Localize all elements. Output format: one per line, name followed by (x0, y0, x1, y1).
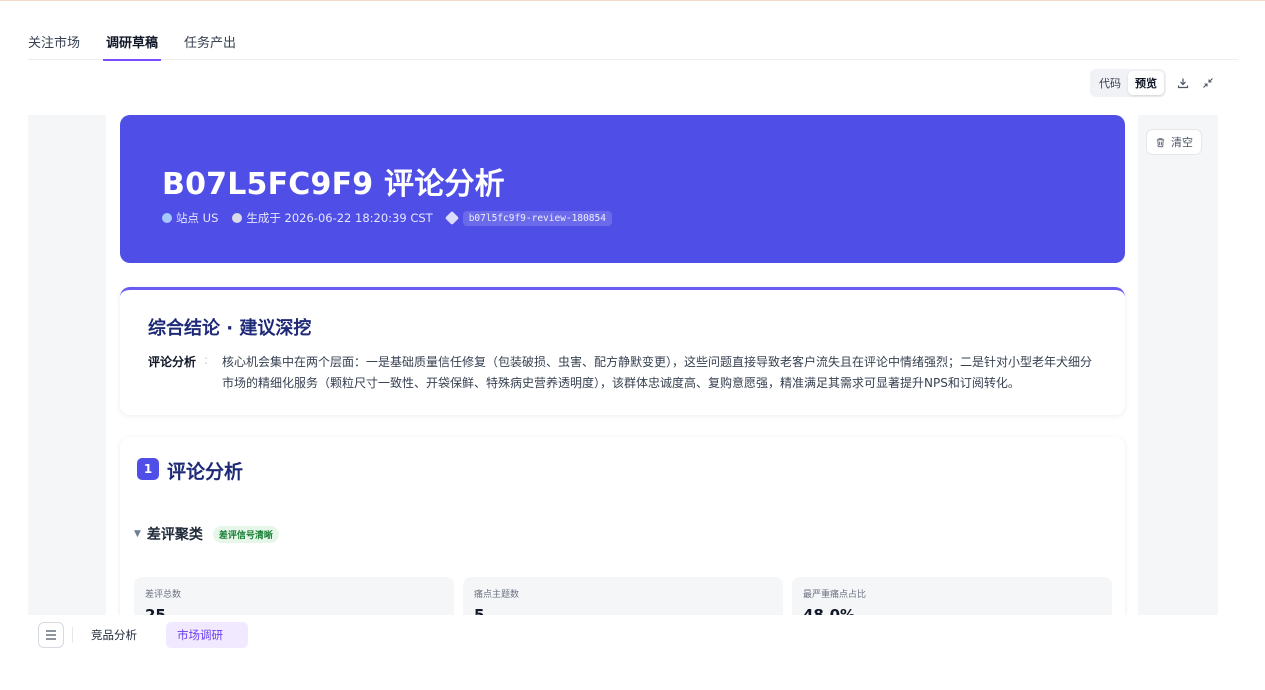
collapse-icon[interactable] (1200, 75, 1216, 91)
section-number-badge: 1 (137, 458, 159, 480)
stat-card: 最严重痛点占比 48.0% (792, 577, 1112, 615)
site-meta: 站点 US (162, 210, 218, 226)
tab-task-output[interactable]: 任务产出 (184, 22, 236, 60)
site-label: 站点 US (176, 211, 219, 225)
review-analysis-section: 1 评论分析 ▼ 差评聚类 差评信号清晰 差评总数 25 痛点主题数 5 最严重… (120, 437, 1125, 615)
summary-separator: : (204, 353, 209, 367)
tab-research-draft[interactable]: 调研草稿 (103, 22, 162, 61)
tag-icon (444, 210, 459, 226)
view-toolbar: 代码 预览 (1090, 69, 1216, 97)
stat-label: 差评总数 (145, 590, 182, 600)
download-icon[interactable] (1175, 75, 1191, 91)
section-title: 评论分析 (167, 461, 244, 483)
summary-text: 核心机会集中在两个层面：一是基础质量信任修复（包装破损、虫害、配方静默变更），这… (222, 355, 1093, 390)
clear-button[interactable]: 清空 (1146, 129, 1202, 155)
stat-card: 差评总数 25 (134, 577, 454, 615)
preview-view-button[interactable]: 预览 (1128, 71, 1164, 95)
report-hero: B07L5FC9F9 评论分析 站点 US 生成于 2026-06-22 18:… (120, 115, 1125, 263)
view-mode-toggle: 代码 预览 (1090, 69, 1166, 97)
report-title: B07L5FC9F9 评论分析 (162, 167, 505, 202)
generated-label: 生成于 2026-06-22 18:20:39 CST (246, 211, 433, 225)
main-tabs: 关注市场 调研草稿 任务产出 (28, 22, 1238, 61)
stat-value: 5 (474, 606, 485, 615)
summary-card: 综合结论 · 建议深挖 评论分析 : 核心机会集中在两个层面：一是基础质量信任修… (120, 287, 1125, 415)
clock-icon (232, 213, 243, 223)
preview-pane: B07L5FC9F9 评论分析 站点 US 生成于 2026-06-22 18:… (28, 115, 1218, 615)
tab-watched-markets[interactable]: 关注市场 (28, 22, 80, 60)
cluster-title: 差评聚类 (146, 527, 203, 543)
bottom-tab-market-research[interactable]: 市场调研 (166, 622, 248, 648)
top-border (0, 0, 1265, 1)
stat-label: 痛点主题数 (474, 590, 520, 600)
bottom-bar: 竞品分析 市场调研 (0, 615, 1265, 690)
clear-label: 清空 (1171, 136, 1193, 149)
code-view-button[interactable]: 代码 (1092, 71, 1128, 95)
globe-icon (162, 213, 172, 223)
signal-badge: 差评信号清晰 (212, 525, 279, 543)
trash-icon (1156, 137, 1165, 147)
stats-row: 差评总数 25 痛点主题数 5 最严重痛点占比 48.0% (134, 577, 1121, 615)
bottom-tab-competitor-analysis[interactable]: 竞品分析 (81, 622, 147, 648)
report-meta: 站点 US 生成于 2026-06-22 18:20:39 CST b07l5f… (162, 210, 626, 226)
menu-button[interactable] (38, 622, 64, 648)
report-document: B07L5FC9F9 评论分析 站点 US 生成于 2026-06-22 18:… (106, 115, 1138, 615)
menu-icon (46, 630, 56, 640)
generated-meta: 生成于 2026-06-22 18:20:39 CST (232, 210, 433, 226)
stat-card: 痛点主题数 5 (463, 577, 783, 615)
report-id: b07l5fc9f9-review-180854 (462, 210, 612, 226)
summary-label: 评论分析 (148, 355, 197, 369)
negative-cluster-header[interactable]: ▼ 差评聚类 差评信号清晰 (134, 524, 279, 544)
stat-value: 48.0% (803, 606, 856, 615)
id-meta: b07l5fc9f9-review-180854 (444, 210, 612, 226)
divider (72, 627, 73, 643)
stat-value: 25 (145, 606, 166, 615)
summary-heading: 综合结论 · 建议深挖 (148, 318, 312, 339)
caret-down-icon[interactable]: ▼ (134, 529, 141, 539)
stat-label: 最严重痛点占比 (803, 590, 867, 600)
